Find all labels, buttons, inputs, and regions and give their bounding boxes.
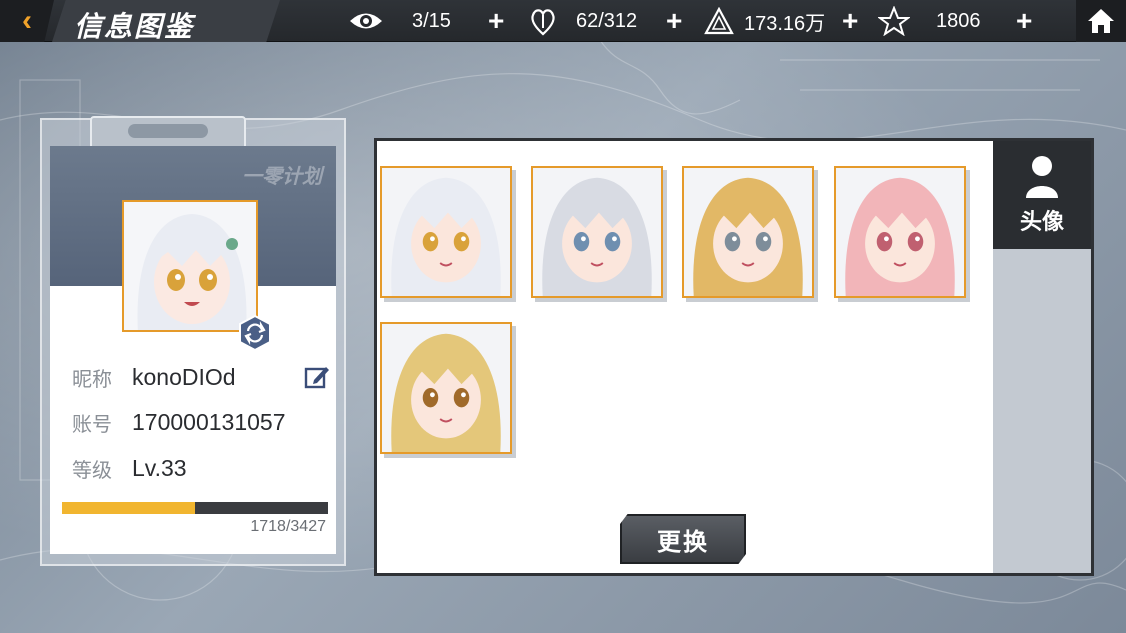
avatar-option-1[interactable]	[380, 166, 512, 298]
tab-avatar-label: 头像	[1019, 209, 1064, 234]
top-bar: ‹ 信息图鉴 3/15 + 62/312 + 173.16万 + 1806 +	[0, 0, 1126, 43]
level-value: Lv.33	[132, 454, 187, 481]
avatar-option-3[interactable]	[682, 166, 814, 298]
card-clip	[90, 116, 246, 150]
home-button[interactable]	[1076, 0, 1126, 42]
page-title: 信息图鉴	[74, 10, 195, 43]
add-star-button[interactable]: +	[1016, 7, 1032, 35]
nickname-row: 昵称 konoDIOd	[72, 362, 236, 392]
avatar-portrait	[382, 168, 510, 296]
avatar-portrait	[382, 324, 510, 452]
back-button[interactable]: ‹	[0, 0, 54, 42]
avatar-portrait	[684, 168, 812, 296]
add-heart-button[interactable]: +	[666, 7, 682, 35]
resource-value: 1806	[936, 9, 981, 32]
level-label: 等级	[72, 459, 112, 482]
add-currency-button[interactable]: +	[842, 7, 858, 35]
profile-card: 一零计划 昵称 konoDIOd 账号 170000131057 等级 Lv.3…	[50, 146, 336, 554]
current-avatar	[122, 200, 258, 332]
add-stamina-button[interactable]: +	[488, 7, 504, 35]
change-button[interactable]: 更换	[620, 514, 746, 564]
avatar-option-5[interactable]	[380, 322, 512, 454]
game-logo: 一零计划	[242, 166, 322, 188]
resource-value: 173.16万	[744, 12, 826, 35]
exp-text: 1718/3427	[250, 518, 326, 535]
swap-avatar-icon[interactable]	[236, 314, 274, 352]
eye-icon	[350, 13, 382, 29]
resource-value: 3/15	[412, 9, 451, 32]
change-button-label: 更换	[657, 528, 709, 556]
level-row: 等级 Lv.33	[72, 453, 187, 483]
avatar-option-2[interactable]	[531, 166, 663, 298]
resource-heart: 62/312	[530, 0, 637, 42]
exp-progress-bar	[62, 502, 328, 514]
resource-star: 1806	[878, 0, 981, 42]
account-row: 账号 170000131057	[72, 407, 286, 437]
avatar-portrait	[533, 168, 661, 296]
nickname-value: konoDIOd	[132, 363, 236, 390]
resource-value: 62/312	[576, 9, 638, 32]
exp-progress-fill	[62, 502, 196, 514]
resource-stamina: 3/15	[348, 0, 451, 42]
account-value: 170000131057	[132, 408, 286, 435]
home-icon	[1088, 9, 1114, 33]
tab-avatar[interactable]: 头像	[993, 141, 1091, 249]
avatar-portrait	[836, 168, 964, 296]
chevron-left-icon: ‹	[22, 4, 32, 37]
panel-side-tabs: 头像	[993, 141, 1091, 573]
person-icon	[1026, 156, 1058, 198]
avatar-option-4[interactable]	[834, 166, 966, 298]
heart-icon	[531, 9, 555, 36]
edit-icon[interactable]	[304, 364, 330, 390]
account-label: 账号	[72, 413, 112, 436]
pyramid-icon	[704, 7, 734, 35]
resource-currency: 173.16万	[704, 0, 825, 42]
star-icon	[878, 6, 910, 36]
nickname-label: 昵称	[72, 368, 112, 391]
